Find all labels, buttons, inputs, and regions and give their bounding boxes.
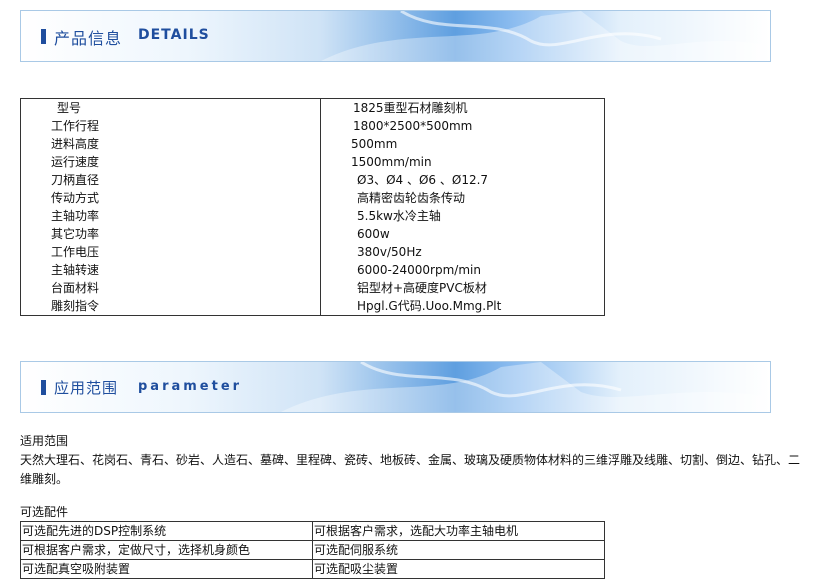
spec-row: 工作电压 380v/50Hz xyxy=(20,243,605,261)
scope-heading: 适用范围 xyxy=(20,434,69,448)
option-cell: 可选配先进的DSP控制系统 xyxy=(20,521,313,541)
parameter-title-cn: 应用范围 xyxy=(54,379,119,397)
spec-label: 其它功率 xyxy=(20,225,321,243)
parameter-title-en: parameter xyxy=(138,379,243,394)
spec-label: 工作电压 xyxy=(20,243,321,261)
options-table: 可选配先进的DSP控制系统 可根据客户需求，选配大功率主轴电机 可根据客户需求，定做… xyxy=(20,521,605,579)
spec-label: 刀柄直径 xyxy=(20,171,321,189)
spec-value: 600w xyxy=(320,225,605,243)
details-banner: 产品信息 DETAILS xyxy=(20,10,771,62)
spec-value: 高精密齿轮齿条传动 xyxy=(320,189,605,207)
details-title-en: DETAILS xyxy=(138,27,210,43)
spec-label: 运行速度 xyxy=(20,153,321,171)
option-cell: 可选配吸尘装置 xyxy=(312,559,605,579)
spec-row: 雕刻指令 Hpgl.G代码.Uoo.Mmg.Plt xyxy=(20,297,605,316)
spec-row: 台面材料 铝型材+高硬度PVC板材 xyxy=(20,279,605,297)
spec-label: 雕刻指令 xyxy=(20,297,321,316)
option-row: 可选配真空吸附装置 可选配吸尘装置 xyxy=(20,559,605,579)
details-title-cn: 产品信息 xyxy=(54,29,123,48)
spec-value: 6000-24000rpm/min xyxy=(320,261,605,279)
spec-label: 主轴功率 xyxy=(20,207,321,225)
spec-value: 380v/50Hz xyxy=(320,243,605,261)
option-row: 可选配先进的DSP控制系统 可根据客户需求，选配大功率主轴电机 xyxy=(20,521,605,541)
banner-wave-decoration xyxy=(281,362,770,412)
spec-value: 1825重型石材雕刻机 xyxy=(320,98,605,117)
spec-value: 5.5kw水冷主轴 xyxy=(320,207,605,225)
title-bar-mark xyxy=(41,29,46,44)
spec-value: 1500mm/min xyxy=(320,153,605,171)
spec-label: 台面材料 xyxy=(20,279,321,297)
spec-row: 刀柄直径 Ø3、Ø4 、Ø6 、Ø12.7 xyxy=(20,171,605,189)
scope-text: 天然大理石、花岗石、青石、砂岩、人造石、墓碑、里程碑、瓷砖、地板砖、金属、玻璃及… xyxy=(20,453,801,486)
spec-label: 工作行程 xyxy=(20,117,321,135)
spec-label: 主轴转速 xyxy=(20,261,321,279)
spec-row: 主轴功率 5.5kw水冷主轴 xyxy=(20,207,605,225)
spec-label: 传动方式 xyxy=(20,189,321,207)
spec-table: 型号 1825重型石材雕刻机 工作行程 1800*2500*500mm 进料高度 500m… xyxy=(20,98,605,316)
spec-value: Ø3、Ø4 、Ø6 、Ø12.7 xyxy=(320,171,605,189)
option-cell: 可选配真空吸附装置 xyxy=(20,559,313,579)
spec-label: 进料高度 xyxy=(20,135,321,153)
spec-row: 其它功率 600w xyxy=(20,225,605,243)
spec-label: 型号 xyxy=(20,98,321,117)
spec-value: 铝型材+高硬度PVC板材 xyxy=(320,279,605,297)
option-cell: 可根据客户需求，选配大功率主轴电机 xyxy=(312,521,605,541)
banner-wave-decoration xyxy=(321,11,770,61)
spec-row: 工作行程 1800*2500*500mm xyxy=(20,117,605,135)
options-heading: 可选配件 xyxy=(20,505,69,519)
spec-row: 传动方式 高精密齿轮齿条传动 xyxy=(20,189,605,207)
spec-row: 型号 1825重型石材雕刻机 xyxy=(20,98,605,117)
spec-value: 500mm xyxy=(320,135,605,153)
spec-value: Hpgl.G代码.Uoo.Mmg.Plt xyxy=(320,297,605,316)
option-cell: 可选配伺服系统 xyxy=(312,540,605,560)
option-cell: 可根据客户需求，定做尺寸，选择机身颜色 xyxy=(20,540,313,560)
spec-row: 进料高度 500mm xyxy=(20,135,605,153)
parameter-banner: 应用范围 parameter xyxy=(20,361,771,413)
option-row: 可根据客户需求，定做尺寸，选择机身颜色 可选配伺服系统 xyxy=(20,540,605,560)
title-bar-mark xyxy=(41,380,46,395)
spec-value: 1800*2500*500mm xyxy=(320,117,605,135)
spec-row: 主轴转速 6000-24000rpm/min xyxy=(20,261,605,279)
spec-row: 运行速度 1500mm/min xyxy=(20,153,605,171)
